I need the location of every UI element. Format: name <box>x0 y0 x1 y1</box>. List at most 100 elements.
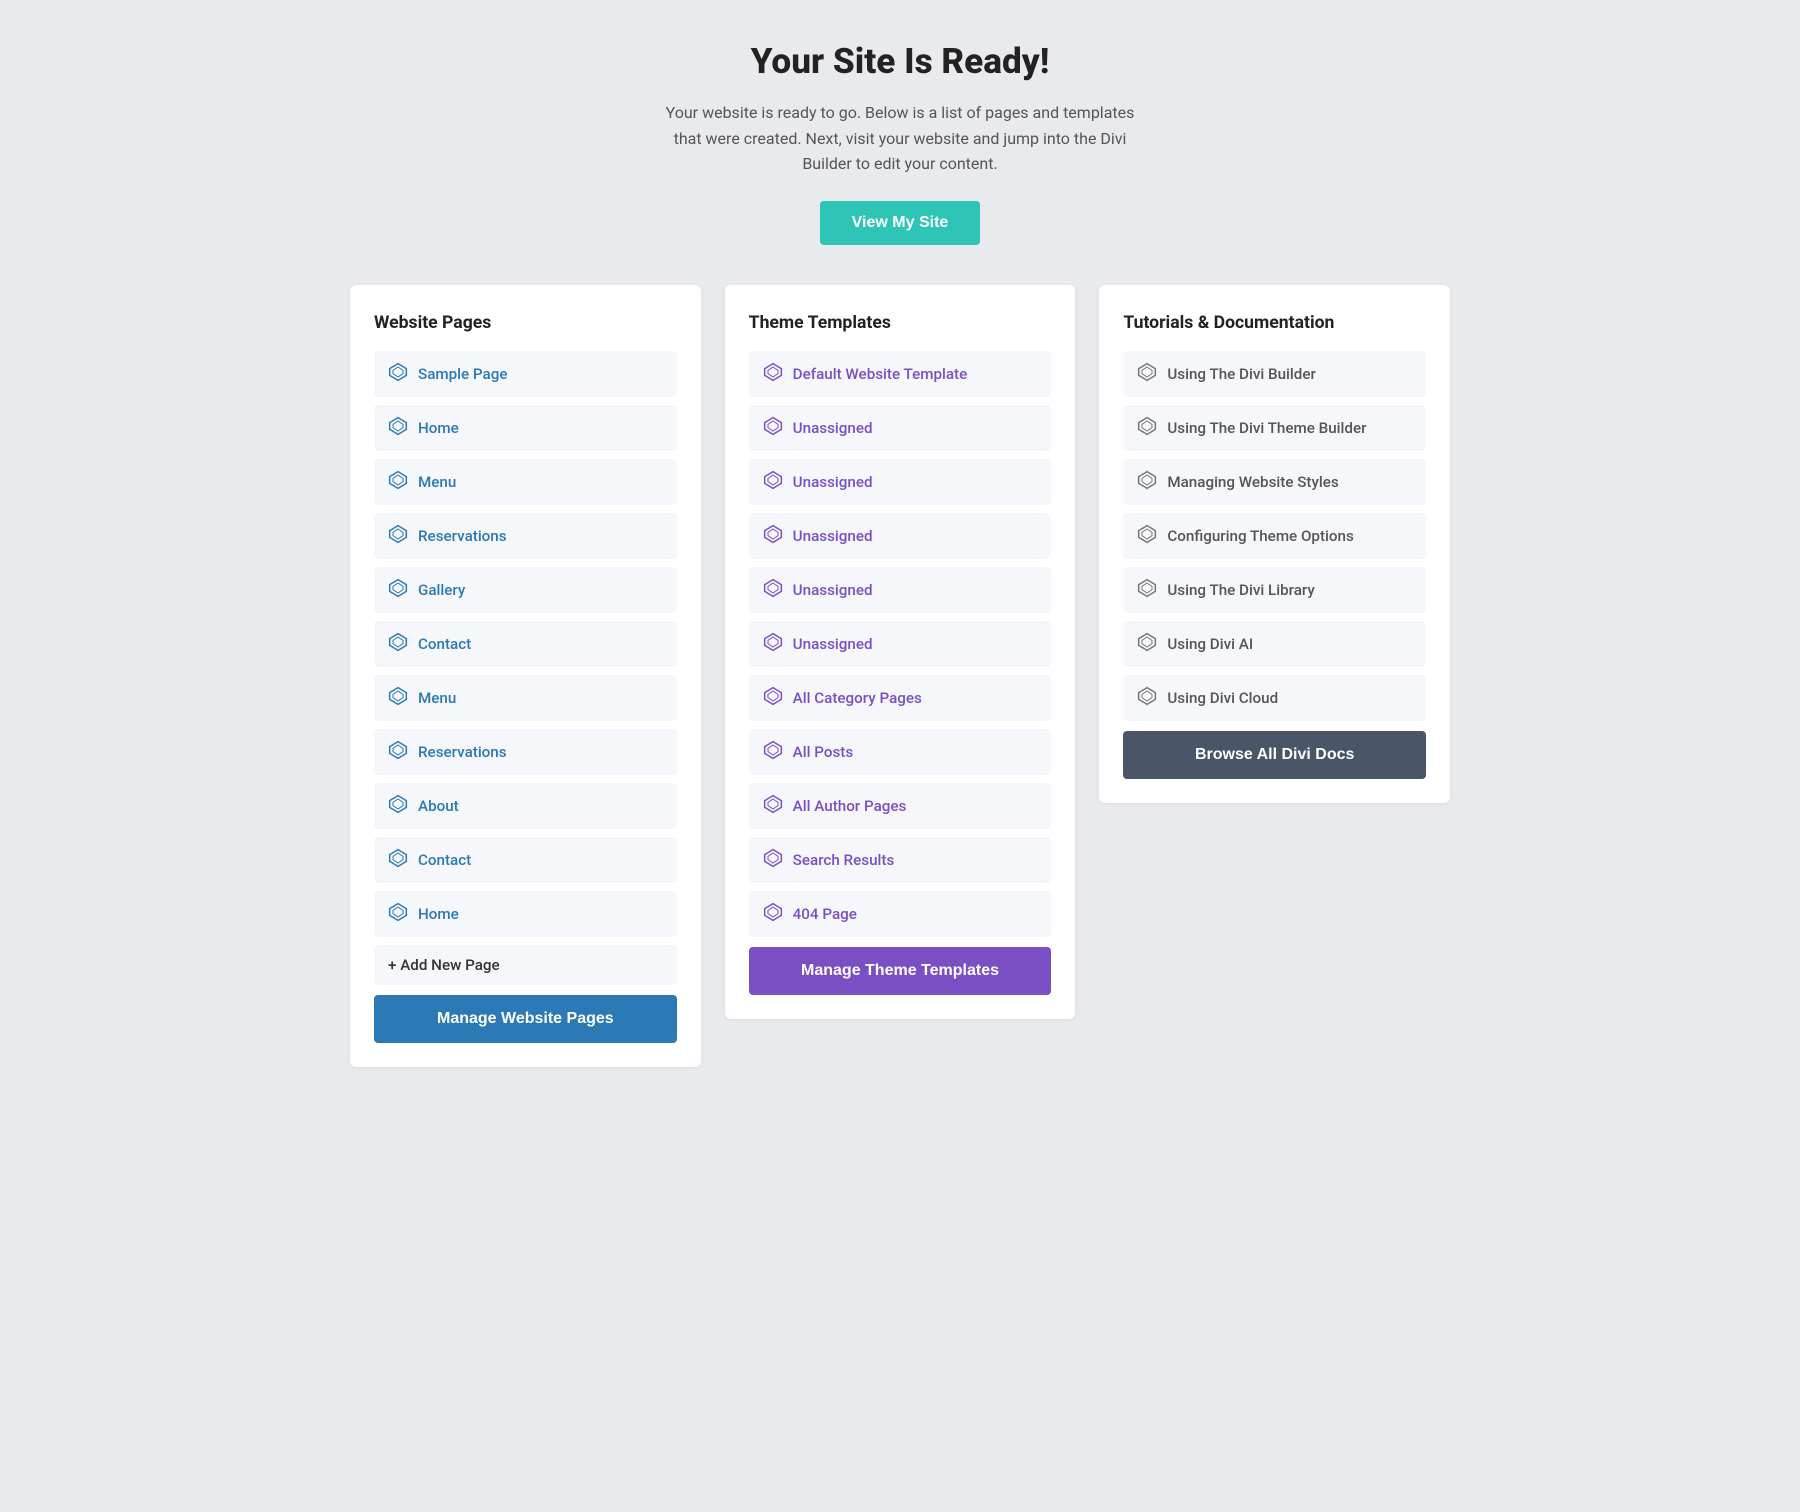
template-item-label: 404 Page <box>793 905 857 923</box>
theme-template-item[interactable]: All Posts <box>749 729 1052 775</box>
template-item-label: Unassigned <box>793 419 873 437</box>
divi-icon <box>1137 524 1157 548</box>
website-page-item[interactable]: Sample Page <box>374 351 677 397</box>
page-item-label: Home <box>418 905 459 923</box>
divi-icon <box>1137 578 1157 602</box>
tutorial-item-label: Configuring Theme Options <box>1167 527 1353 545</box>
page-item-label: Home <box>418 419 459 437</box>
tutorials-title: Tutorials & Documentation <box>1123 313 1426 333</box>
divi-icon <box>1137 470 1157 494</box>
divi-icon <box>1137 416 1157 440</box>
theme-template-item[interactable]: Search Results <box>749 837 1052 883</box>
tutorial-item-label: Using The Divi Theme Builder <box>1167 419 1366 437</box>
divi-icon <box>388 578 408 602</box>
tutorials-list: Using The Divi Builder Using The Divi The… <box>1123 351 1426 721</box>
divi-icon <box>388 848 408 872</box>
website-pages-list: Sample Page Home Menu Reservations Gallery Co… <box>374 351 677 937</box>
divi-icon <box>388 362 408 386</box>
theme-template-item[interactable]: Unassigned <box>749 405 1052 451</box>
theme-template-item[interactable]: All Author Pages <box>749 783 1052 829</box>
theme-template-item[interactable]: Unassigned <box>749 513 1052 559</box>
manage-theme-templates-button[interactable]: Manage Theme Templates <box>749 947 1052 995</box>
divi-icon <box>763 362 783 386</box>
website-page-item[interactable]: Contact <box>374 837 677 883</box>
page-item-label: Sample Page <box>418 365 507 383</box>
divi-icon <box>763 632 783 656</box>
website-page-item[interactable]: Menu <box>374 675 677 721</box>
divi-icon <box>388 740 408 764</box>
tutorial-item[interactable]: Using The Divi Builder <box>1123 351 1426 397</box>
tutorial-item[interactable]: Configuring Theme Options <box>1123 513 1426 559</box>
website-page-item[interactable]: Reservations <box>374 729 677 775</box>
columns-container: Website Pages Sample PageHomeMenuReserva… <box>350 285 1450 1067</box>
divi-icon <box>388 470 408 494</box>
view-site-button[interactable]: View My Site <box>820 201 981 245</box>
website-page-item[interactable]: Home <box>374 891 677 937</box>
theme-template-item[interactable]: 404 Page <box>749 891 1052 937</box>
tutorial-item[interactable]: Managing Website Styles <box>1123 459 1426 505</box>
tutorial-item-label: Using The Divi Builder <box>1167 365 1316 383</box>
template-item-label: Unassigned <box>793 473 873 491</box>
add-page-label: + Add New Page <box>388 956 500 974</box>
divi-icon <box>388 416 408 440</box>
divi-icon <box>763 416 783 440</box>
template-item-label: All Posts <box>793 743 854 761</box>
browse-all-docs-button[interactable]: Browse All Divi Docs <box>1123 731 1426 779</box>
page-description: Your website is ready to go. Below is a … <box>660 100 1140 177</box>
template-item-label: Search Results <box>793 851 895 869</box>
template-item-label: Unassigned <box>793 527 873 545</box>
theme-template-item[interactable]: All Category Pages <box>749 675 1052 721</box>
tutorials-column: Tutorials & Documentation Using The Divi… <box>1099 285 1450 803</box>
website-page-item[interactable]: About <box>374 783 677 829</box>
theme-templates-column: Theme Templates Default Website Template… <box>725 285 1076 1019</box>
theme-templates-list: Default Website Template Unassigned Unassi… <box>749 351 1052 937</box>
page-item-label: Reservations <box>418 743 507 761</box>
website-page-item[interactable]: Menu <box>374 459 677 505</box>
template-item-label: Unassigned <box>793 635 873 653</box>
divi-icon <box>388 902 408 926</box>
divi-icon <box>388 524 408 548</box>
page-item-label: About <box>418 797 459 815</box>
divi-icon <box>388 632 408 656</box>
divi-icon <box>763 848 783 872</box>
page-item-label: Gallery <box>418 581 465 599</box>
divi-icon <box>763 470 783 494</box>
template-item-label: Default Website Template <box>793 365 968 383</box>
tutorial-item[interactable]: Using Divi AI <box>1123 621 1426 667</box>
divi-icon <box>1137 362 1157 386</box>
tutorial-item-label: Managing Website Styles <box>1167 473 1338 491</box>
page-item-label: Menu <box>418 689 456 707</box>
manage-website-pages-button[interactable]: Manage Website Pages <box>374 995 677 1043</box>
website-page-item[interactable]: Gallery <box>374 567 677 613</box>
tutorial-item[interactable]: Using Divi Cloud <box>1123 675 1426 721</box>
website-page-item[interactable]: Contact <box>374 621 677 667</box>
website-page-item[interactable]: Home <box>374 405 677 451</box>
tutorial-item-label: Using The Divi Library <box>1167 581 1315 599</box>
tutorial-item[interactable]: Using The Divi Theme Builder <box>1123 405 1426 451</box>
page-item-label: Menu <box>418 473 456 491</box>
theme-template-item[interactable]: Default Website Template <box>749 351 1052 397</box>
website-pages-column: Website Pages Sample PageHomeMenuReserva… <box>350 285 701 1067</box>
theme-template-item[interactable]: Unassigned <box>749 621 1052 667</box>
page-wrapper: Your Site Is Ready! Your website is read… <box>350 40 1450 1067</box>
divi-icon <box>763 524 783 548</box>
theme-templates-title: Theme Templates <box>749 313 1052 333</box>
divi-icon <box>388 794 408 818</box>
theme-template-item[interactable]: Unassigned <box>749 459 1052 505</box>
tutorial-item[interactable]: Using The Divi Library <box>1123 567 1426 613</box>
template-item-label: All Category Pages <box>793 689 922 707</box>
theme-template-item[interactable]: Unassigned <box>749 567 1052 613</box>
add-new-page-item[interactable]: + Add New Page <box>374 945 677 985</box>
tutorial-item-label: Using Divi Cloud <box>1167 689 1278 707</box>
divi-icon <box>763 902 783 926</box>
template-item-label: All Author Pages <box>793 797 907 815</box>
divi-icon <box>388 686 408 710</box>
divi-icon <box>1137 686 1157 710</box>
divi-icon <box>763 686 783 710</box>
divi-icon <box>763 578 783 602</box>
page-item-label: Contact <box>418 851 471 869</box>
divi-icon <box>1137 632 1157 656</box>
website-page-item[interactable]: Reservations <box>374 513 677 559</box>
page-header: Your Site Is Ready! Your website is read… <box>350 40 1450 245</box>
page-title: Your Site Is Ready! <box>350 40 1450 82</box>
